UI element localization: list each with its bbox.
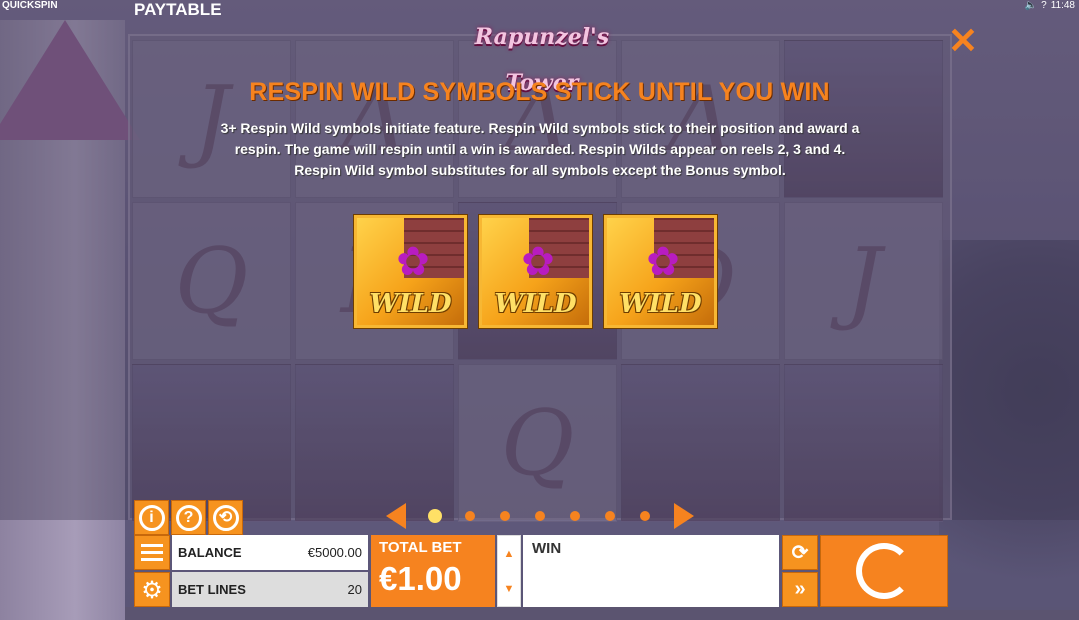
page-title: PAYTABLE — [134, 0, 222, 19]
win-label: WIN — [532, 540, 562, 557]
clock-time: 11:48 — [1050, 0, 1075, 11]
bow-icon: ✿ — [646, 240, 680, 284]
help-button[interactable]: ? — [171, 500, 206, 535]
wild-label: WILD — [494, 289, 577, 319]
total-bet-display: TOTAL BET €1.00 — [371, 535, 495, 607]
desc-line: 3+ Respin Wild symbols initiate feature.… — [220, 120, 860, 136]
bet-adjuster: ▲ ▼ — [497, 535, 521, 607]
balance-value: €5000.00 — [307, 545, 362, 560]
spin-button[interactable] — [820, 535, 948, 607]
wild-symbol-tile: ✿ WILD — [354, 215, 467, 328]
page-dot[interactable] — [640, 511, 650, 521]
bet-increase-icon[interactable]: ▲ — [498, 536, 520, 571]
help-icon[interactable]: ? — [1041, 0, 1047, 11]
bet-lines-value: 20 — [347, 582, 362, 597]
page-dot[interactable] — [428, 509, 442, 523]
balance-display: BALANCE €5000.00 — [172, 535, 368, 570]
wild-symbol-tile: ✿ WILD — [604, 215, 717, 328]
history-icon: ⟲ — [212, 504, 239, 531]
next-page-arrow-icon[interactable] — [674, 503, 694, 529]
wild-label: WILD — [619, 289, 702, 319]
balance-label: BALANCE — [178, 545, 242, 560]
prev-page-arrow-icon[interactable] — [386, 503, 406, 529]
info-button-row: i ? ⟲ — [134, 500, 243, 535]
volume-icon[interactable]: 🔈 — [1025, 0, 1037, 11]
wild-label: WILD — [369, 289, 452, 319]
settings-gear-icon[interactable]: ⚙ — [134, 572, 170, 607]
auto-controls: ⟳ » — [782, 535, 818, 607]
page-dot[interactable] — [500, 511, 510, 521]
page-dot[interactable] — [465, 511, 475, 521]
bet-lines-display: BET LINES 20 — [172, 572, 368, 607]
info-icon: i — [138, 504, 165, 531]
paytable-button[interactable]: i — [134, 500, 169, 535]
page-dot[interactable] — [535, 511, 545, 521]
bet-lines-label: BET LINES — [178, 582, 246, 597]
page-dot[interactable] — [605, 511, 615, 521]
desc-line: Respin Wild symbol substitutes for all s… — [294, 162, 786, 178]
close-button[interactable]: ✕ — [946, 23, 980, 59]
history-button[interactable]: ⟲ — [208, 500, 243, 535]
desc-line: respin. The game will respin until a win… — [234, 141, 846, 157]
status-bar: 🔈 ? 11:48 — [1025, 0, 1075, 11]
win-display: WIN — [523, 535, 779, 607]
total-bet-label: TOTAL BET — [379, 539, 462, 556]
total-bet-value: €1.00 — [379, 560, 462, 597]
wild-symbol-tile: ✿ WILD — [479, 215, 592, 328]
control-bar: ⚙ BALANCE €5000.00 BET LINES 20 TOTAL BE… — [134, 535, 948, 607]
autoplay-icon[interactable]: ⟳ — [782, 535, 818, 570]
brand-label: QUICKSPIN — [2, 0, 58, 11]
bet-decrease-icon[interactable]: ▼ — [498, 571, 520, 606]
menu-button[interactable] — [134, 535, 170, 570]
bow-icon: ✿ — [396, 240, 430, 284]
feature-description: 3+ Respin Wild symbols initiate feature.… — [210, 118, 870, 181]
page-dot[interactable] — [570, 511, 580, 521]
question-icon: ? — [175, 504, 202, 531]
bow-icon: ✿ — [521, 240, 555, 284]
feature-title: RESPIN WILD SYMBOLS STICK UNTIL YOU WIN — [249, 78, 830, 106]
fast-forward-icon[interactable]: » — [782, 572, 818, 607]
spin-icon — [856, 543, 912, 599]
game-logo: Rapunzel's Tower — [474, 24, 610, 96]
